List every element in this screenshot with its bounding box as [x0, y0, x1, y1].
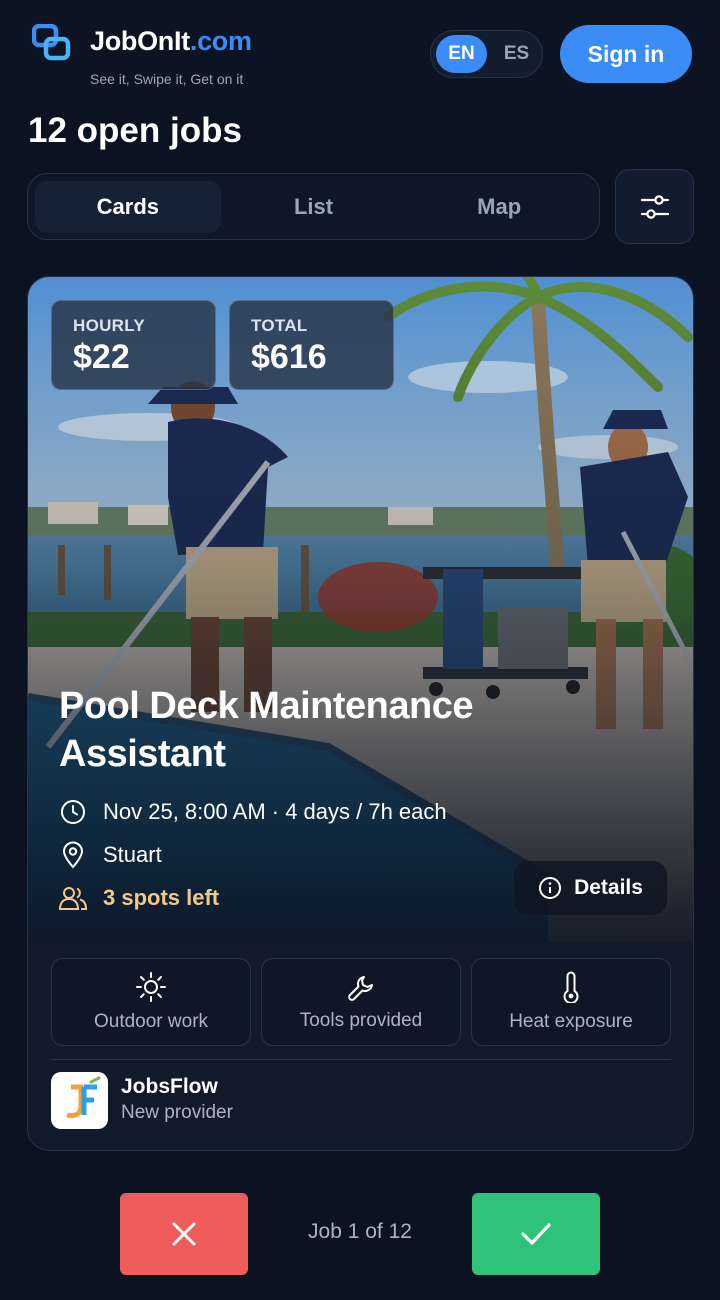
job-tags: Outdoor work Tools provided Heat exposur… — [51, 958, 671, 1046]
brand-name[interactable]: JobOnIt.com — [90, 26, 252, 57]
tab-list[interactable]: List — [221, 181, 407, 233]
job-schedule: Nov 25, 8:00 AM · 4 days / 7h each — [59, 798, 447, 826]
tag-label: Outdoor work — [93, 1011, 209, 1032]
spots-text: 3 spots left — [103, 885, 220, 910]
schedule-text: Nov 25, 8:00 AM · 4 days / 7h each — [103, 799, 447, 824]
language-toggle: EN ES — [430, 30, 543, 78]
location-pin-icon — [59, 841, 87, 869]
close-icon — [172, 1222, 196, 1246]
details-label: Details — [574, 876, 643, 899]
clock-icon — [59, 798, 87, 826]
tab-cards[interactable]: Cards — [35, 180, 221, 233]
language-option-es[interactable]: ES — [491, 35, 542, 73]
accept-button[interactable] — [472, 1193, 600, 1275]
total-pay-badge: TOTAL $616 — [229, 300, 394, 390]
sliders-icon — [640, 194, 669, 219]
tab-map[interactable]: Map — [406, 181, 592, 233]
tag-heat-exposure: Heat exposure — [471, 958, 671, 1046]
total-value: $616 — [251, 338, 327, 376]
location-text: Stuart — [103, 842, 162, 867]
details-button[interactable]: Details — [514, 861, 667, 915]
job-location: Stuart — [59, 841, 162, 869]
tag-label: Tools provided — [299, 1010, 423, 1031]
provider-logo[interactable] — [51, 1072, 108, 1129]
app-header: JobOnIt.com See it, Swipe it, Get on it … — [0, 0, 720, 100]
tag-outdoor-work: Outdoor work — [51, 958, 251, 1046]
thermometer-icon — [563, 971, 579, 1003]
sun-icon — [136, 972, 166, 1002]
card-divider — [51, 1059, 671, 1060]
job-card[interactable]: HOURLY $22 TOTAL $616 Pool Deck Maintena… — [27, 276, 694, 1151]
total-label: TOTAL — [251, 316, 308, 335]
reject-button[interactable] — [120, 1193, 248, 1275]
tag-label: Heat exposure — [509, 1011, 633, 1032]
job-photo: HOURLY $22 TOTAL $616 Pool Deck Maintena… — [28, 277, 693, 942]
sign-in-button[interactable]: Sign in — [560, 25, 692, 83]
job-spots: 3 spots left — [59, 884, 219, 912]
open-jobs-count: 12 open jobs — [28, 111, 242, 150]
chain-link-icon[interactable] — [32, 24, 72, 62]
view-switcher: Cards List Map — [27, 173, 600, 240]
job-pager: Job 1 of 12 — [308, 1220, 412, 1243]
check-icon — [521, 1223, 551, 1245]
info-icon — [539, 877, 562, 899]
provider-status: New provider — [121, 1102, 233, 1123]
job-title: Pool Deck Maintenance Assistant — [59, 685, 473, 775]
users-icon — [59, 884, 87, 912]
filter-button[interactable] — [615, 169, 694, 244]
language-option-en[interactable]: EN — [436, 35, 487, 73]
hourly-rate-badge: HOURLY $22 — [51, 300, 216, 390]
tag-tools-provided: Tools provided — [261, 958, 461, 1046]
hourly-label: HOURLY — [73, 316, 146, 335]
provider-name[interactable]: JobsFlow — [121, 1075, 218, 1099]
wrench-icon — [348, 976, 373, 1001]
brand-tagline: See it, Swipe it, Get on it — [90, 71, 244, 87]
hourly-value: $22 — [73, 338, 130, 376]
